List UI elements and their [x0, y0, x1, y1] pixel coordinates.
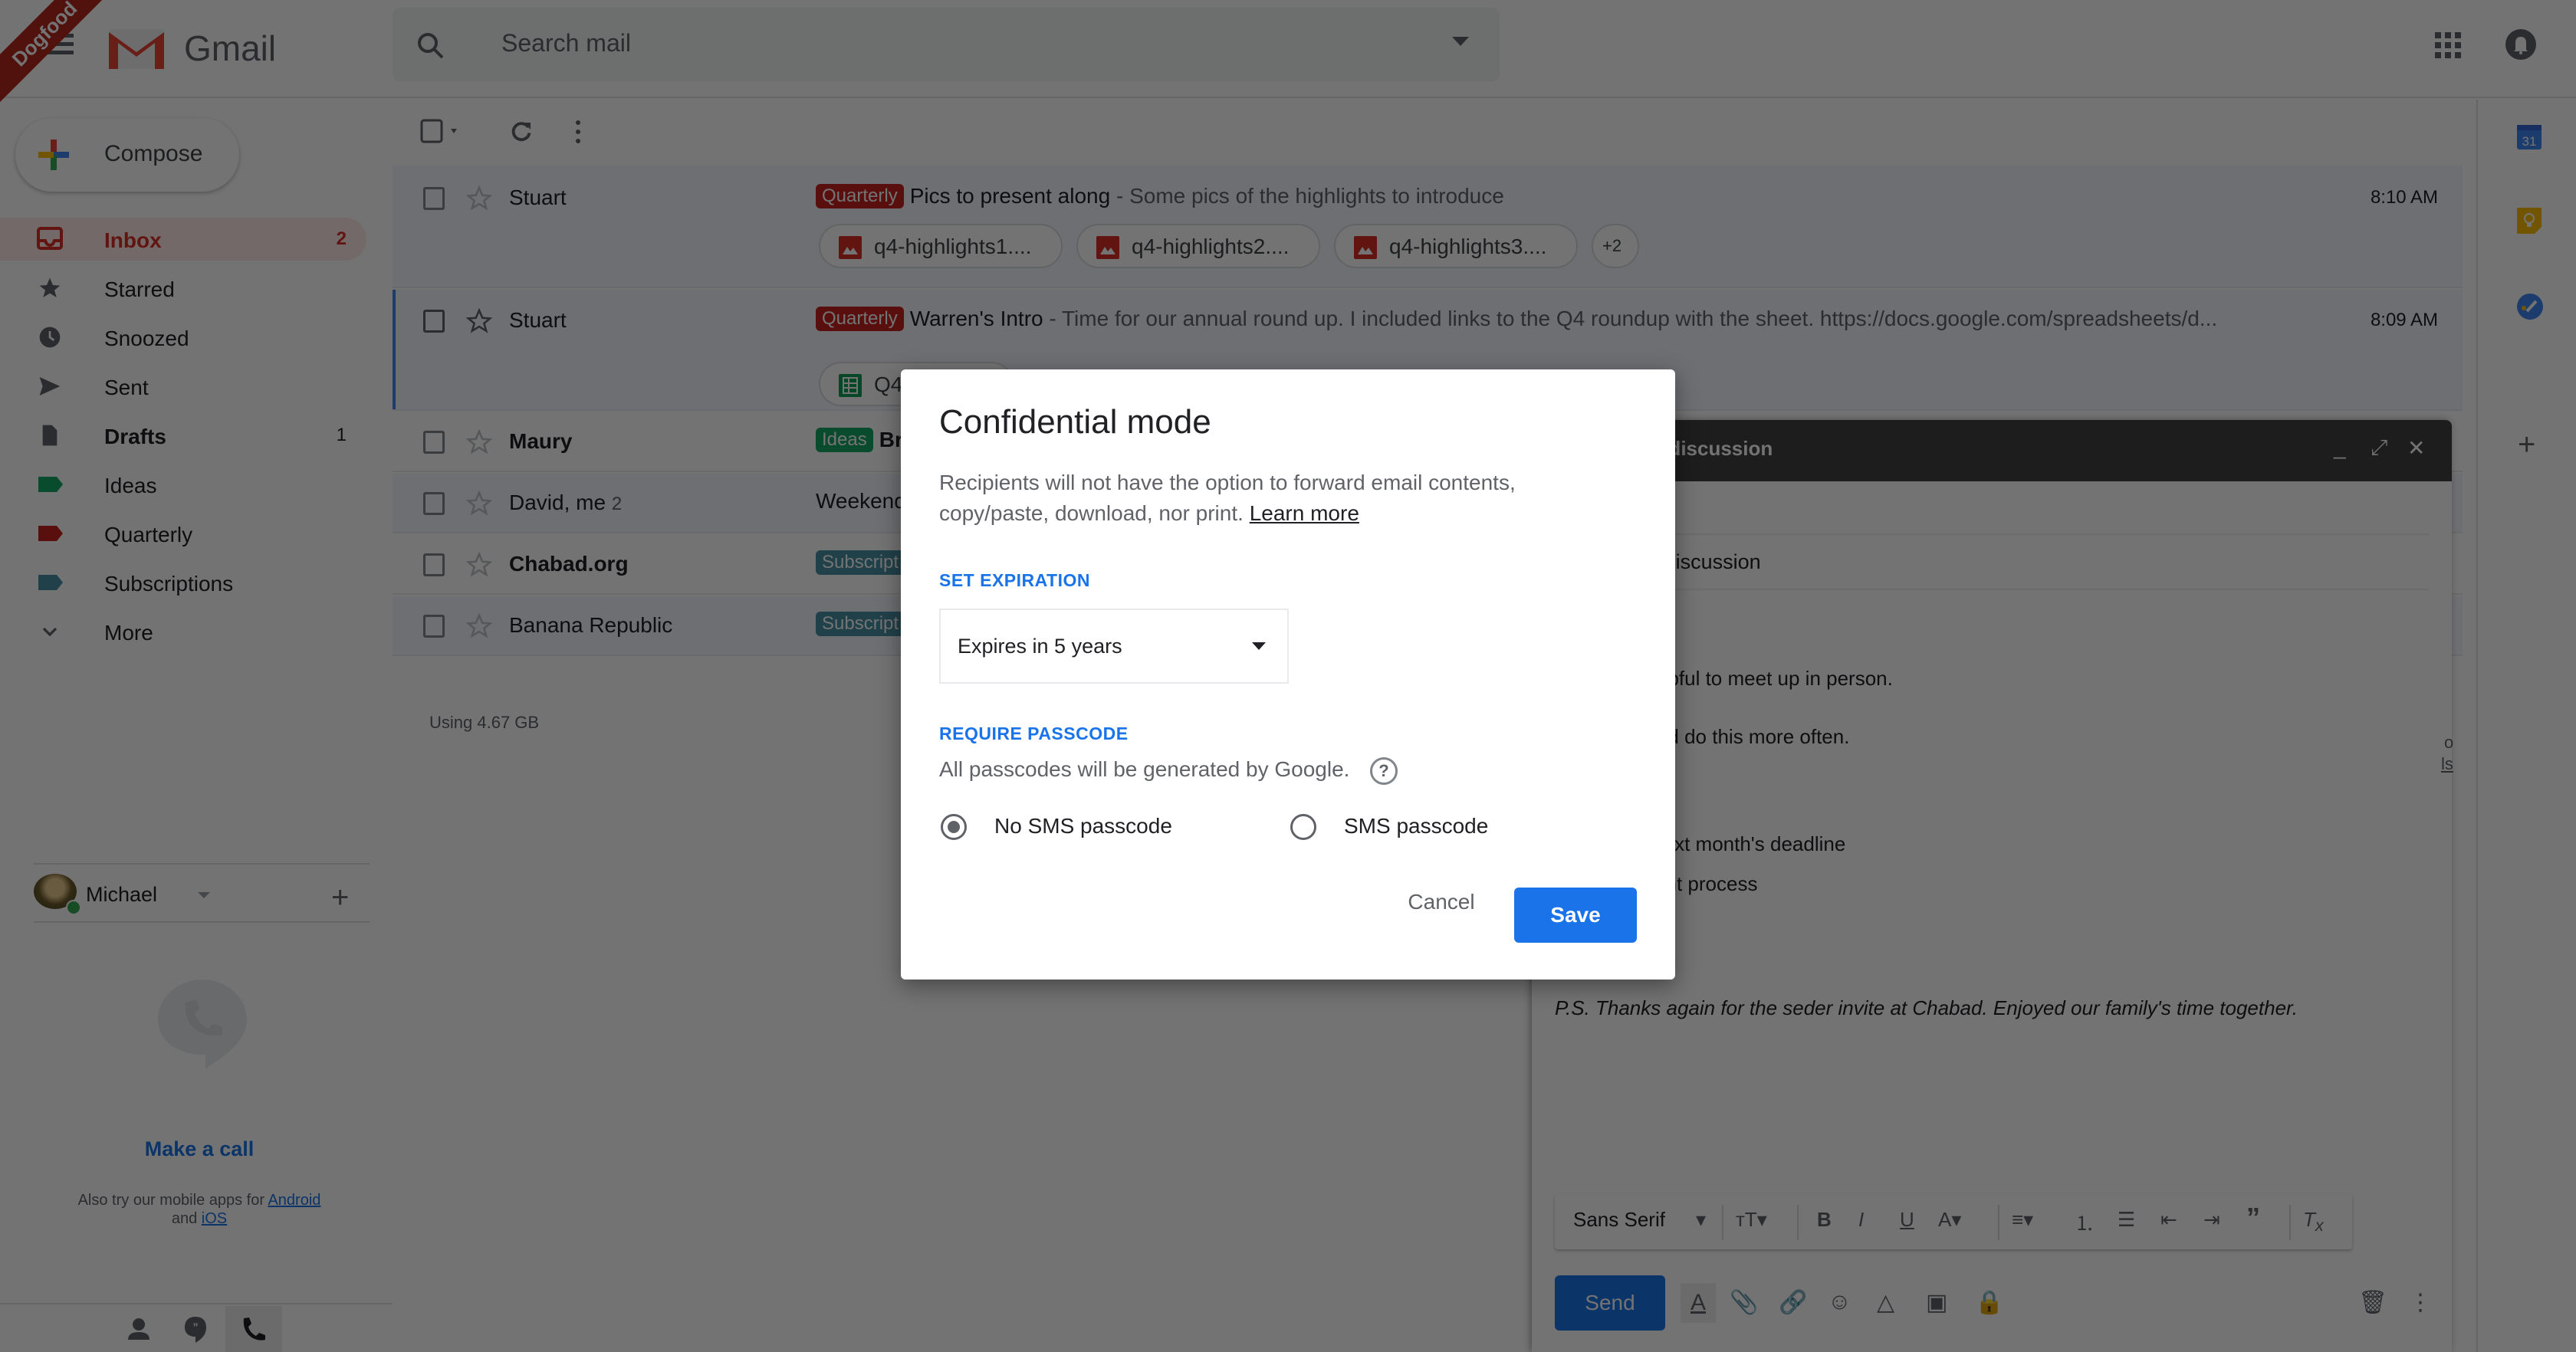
- expiration-value: Expires in 5 years: [958, 635, 1122, 658]
- dialog-title: Confidential mode: [939, 403, 1211, 441]
- help-icon[interactable]: ?: [1370, 757, 1398, 785]
- learn-more-link[interactable]: Learn more: [1250, 501, 1359, 525]
- radio-label[interactable]: SMS passcode: [1344, 814, 1488, 838]
- passcode-note: All passcodes will be generated by Googl…: [939, 757, 1350, 781]
- confidential-mode-dialog: Confidential mode Recipients will not ha…: [901, 369, 1675, 980]
- expiration-select[interactable]: Expires in 5 years: [939, 609, 1289, 684]
- save-button[interactable]: Save: [1514, 888, 1637, 943]
- dropdown-caret-icon: [1252, 642, 1266, 650]
- set-expiration-heading: SET EXPIRATION: [939, 570, 1090, 590]
- require-passcode-heading: REQUIRE PASSCODE: [939, 724, 1129, 743]
- description-text: Recipients will not have the option to f…: [939, 471, 1516, 525]
- sms-passcode-radio[interactable]: [1290, 814, 1316, 840]
- dialog-description: Recipients will not have the option to f…: [939, 468, 1629, 529]
- radio-label[interactable]: No SMS passcode: [994, 814, 1172, 838]
- cancel-button[interactable]: Cancel: [1392, 875, 1491, 929]
- no-sms-passcode-radio[interactable]: [941, 814, 967, 840]
